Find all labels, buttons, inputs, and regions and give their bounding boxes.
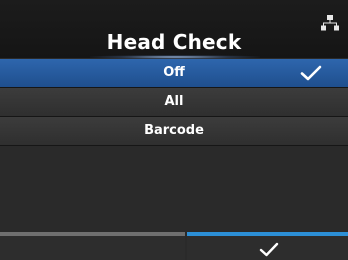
option-label: Off — [163, 65, 185, 80]
check-icon — [300, 65, 322, 81]
back-button[interactable] — [0, 232, 185, 260]
header-bar: Head Check — [0, 0, 348, 59]
option-label: All — [164, 94, 184, 109]
confirm-button[interactable] — [187, 232, 348, 260]
option-label: Barcode — [144, 123, 204, 138]
network-icon — [321, 15, 339, 31]
page-title: Head Check — [106, 30, 242, 54]
footer-bar — [0, 232, 348, 260]
option-list: Off All Barcode — [0, 59, 348, 146]
option-barcode[interactable]: Barcode — [0, 117, 348, 146]
check-icon — [259, 242, 279, 257]
option-all[interactable]: All — [0, 88, 348, 117]
option-off[interactable]: Off — [0, 59, 348, 88]
